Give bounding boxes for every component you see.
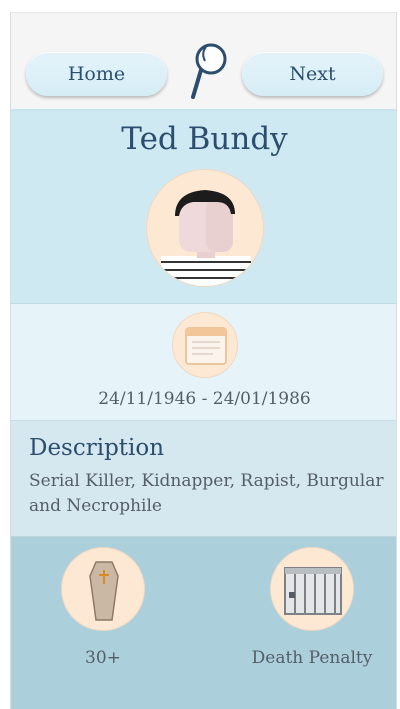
home-button[interactable]: Home bbox=[26, 52, 167, 96]
magnifier-logo-icon bbox=[191, 43, 227, 99]
victim-count: 30+ bbox=[85, 648, 121, 668]
calendar-icon bbox=[172, 312, 238, 378]
dates-section: 24/11/1946 - 24/01/1986 bbox=[11, 304, 396, 421]
next-button[interactable]: Next bbox=[242, 52, 383, 96]
header-bar: Home Next bbox=[11, 13, 396, 111]
description-section: Description Serial Killer, Kidnapper, Ra… bbox=[11, 421, 396, 537]
profile-section: Ted Bundy bbox=[11, 111, 396, 304]
sentence-label: Death Penalty bbox=[251, 648, 373, 668]
person-avatar-icon bbox=[146, 169, 264, 287]
life-dates: 24/11/1946 - 24/01/1986 bbox=[98, 389, 311, 409]
app-screen: Home Next Ted Bundy 24/11/1946 - 24/01/1… bbox=[10, 12, 397, 709]
person-name: Ted Bundy bbox=[121, 121, 288, 157]
prison-cell-icon bbox=[270, 547, 354, 631]
coffin-icon bbox=[61, 547, 145, 631]
stats-section: 30+ Death Penalty bbox=[11, 537, 396, 709]
description-text: Serial Killer, Kidnapper, Rapist, Burgul… bbox=[29, 471, 384, 516]
description-title: Description bbox=[29, 435, 165, 461]
